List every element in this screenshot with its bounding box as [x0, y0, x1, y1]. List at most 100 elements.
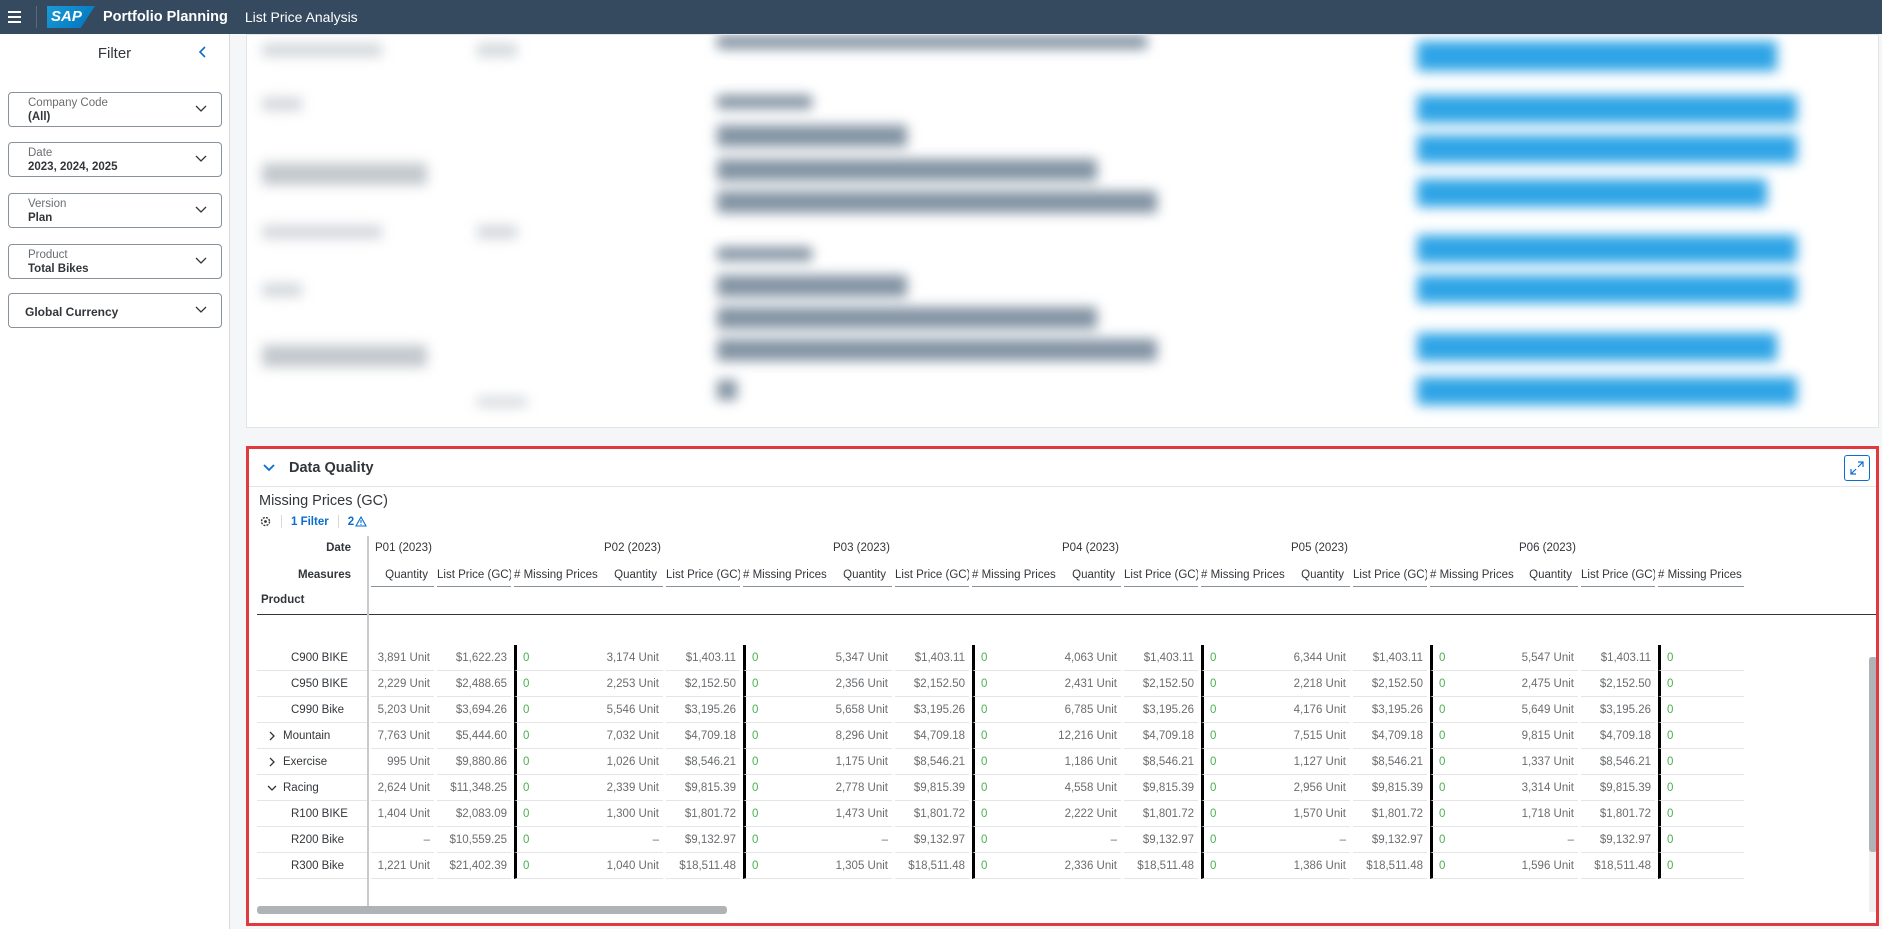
currency-filter[interactable]: Global Currency — [8, 293, 222, 328]
missing-prices-value: 0 — [1439, 652, 1446, 664]
company-code-filter[interactable]: Company Code (All) — [8, 92, 222, 127]
chevron-right-icon[interactable] — [267, 731, 277, 741]
measure-header[interactable]: # Missing Prices — [743, 563, 829, 587]
measure-header[interactable]: Quantity — [1515, 563, 1578, 587]
missing-prices-cell: 0 — [1658, 645, 1744, 671]
list-price-cell: $1,403.11 — [895, 645, 969, 671]
filter-link[interactable]: 1 Filter — [291, 516, 329, 528]
period-header[interactable]: P03 (2023) — [833, 536, 890, 560]
quantity-cell: 7,763 Unit — [371, 723, 434, 749]
missing-prices-cell: 0 — [1201, 671, 1287, 697]
list-price-cell: $5,444.60 — [437, 723, 511, 749]
expand-icon[interactable] — [1844, 455, 1870, 481]
measure-header[interactable]: Quantity — [1287, 563, 1350, 587]
period-header[interactable]: P05 (2023) — [1291, 536, 1348, 560]
date-filter[interactable]: Date 2023, 2024, 2025 — [8, 142, 222, 177]
app-title[interactable]: Portfolio Planning — [103, 9, 228, 25]
missing-prices-cell: 0 — [1658, 697, 1744, 723]
missing-prices-value: 0 — [1210, 730, 1217, 742]
blurred-chart — [247, 35, 1878, 427]
main-content: Data Quality Missing Prices (GC) 1 Filte… — [231, 34, 1882, 929]
settings-icon[interactable] — [259, 515, 272, 528]
missing-prices-cell: 0 — [514, 671, 600, 697]
measure-header[interactable]: Quantity — [371, 563, 434, 587]
measure-header[interactable]: # Missing Prices — [972, 563, 1058, 587]
quantity-cell: 5,658 Unit — [829, 697, 892, 723]
missing-prices-cell: 0 — [1201, 723, 1287, 749]
missing-prices-value: 0 — [981, 678, 988, 690]
vertical-scrollbar[interactable] — [1869, 657, 1876, 912]
missing-prices-value: 0 — [1439, 730, 1446, 742]
list-price-cell: $1,801.72 — [1581, 801, 1655, 827]
missing-prices-cell: 0 — [972, 749, 1058, 775]
list-price-cell: $9,132.97 — [666, 827, 740, 853]
measure-header[interactable]: List Price (GC) — [437, 563, 511, 587]
filter-label: Date — [28, 147, 53, 159]
measure-header[interactable]: Quantity — [600, 563, 663, 587]
list-price-cell: $8,546.21 — [666, 749, 740, 775]
missing-prices-value: 0 — [1667, 704, 1674, 716]
quantity-cell: 4,176 Unit — [1287, 697, 1350, 723]
measure-header[interactable]: List Price (GC) — [1581, 563, 1655, 587]
period-header[interactable]: P04 (2023) — [1062, 536, 1119, 560]
chevron-right-icon[interactable] — [267, 757, 277, 767]
measure-header[interactable]: List Price (GC) — [666, 563, 740, 587]
measure-header[interactable]: Quantity — [829, 563, 892, 587]
missing-prices-cell: 0 — [743, 697, 829, 723]
chevron-down-icon[interactable] — [251, 449, 287, 487]
measure-header[interactable]: List Price (GC) — [1353, 563, 1427, 587]
quantity-cell: 2,229 Unit — [371, 671, 434, 697]
quantity-cell: 2,956 Unit — [1287, 775, 1350, 801]
product-row-header: R200 Bike — [257, 827, 367, 853]
missing-prices-value: 0 — [1210, 756, 1217, 768]
blurred-chart-card — [246, 34, 1879, 428]
missing-prices-cell: 0 — [514, 801, 600, 827]
filter-header: Filter — [0, 34, 229, 72]
measure-header[interactable]: Quantity — [1058, 563, 1121, 587]
list-price-cell: $2,152.50 — [666, 671, 740, 697]
period-header[interactable]: P02 (2023) — [604, 536, 661, 560]
measure-header[interactable]: # Missing Prices — [1201, 563, 1287, 587]
missing-prices-value: 0 — [1210, 652, 1217, 664]
missing-prices-value: 0 — [523, 782, 530, 794]
chevron-down-icon — [195, 206, 207, 213]
list-price-cell: $10,559.25 — [437, 827, 511, 853]
menu-icon[interactable] — [0, 0, 28, 34]
quantity-cell: 5,347 Unit — [829, 645, 892, 671]
version-filter[interactable]: Version Plan — [8, 193, 222, 228]
chevron-down-icon[interactable] — [267, 783, 277, 793]
period-header[interactable]: P06 (2023) — [1519, 536, 1576, 560]
product-row-header[interactable]: Exercise — [257, 749, 367, 775]
warning-indicator[interactable]: 2 — [348, 516, 368, 528]
list-price-cell: $3,195.26 — [895, 697, 969, 723]
missing-prices-value: 0 — [523, 652, 530, 664]
product-row-header: C900 BIKE — [257, 645, 367, 671]
list-price-cell: $8,546.21 — [1581, 749, 1655, 775]
measure-header[interactable]: List Price (GC) — [895, 563, 969, 587]
missing-prices-value: 0 — [1439, 756, 1446, 768]
quantity-cell: 1,386 Unit — [1287, 853, 1350, 879]
product-row-header[interactable]: Mountain — [257, 723, 367, 749]
chevron-left-icon[interactable] — [193, 42, 213, 62]
measure-header[interactable]: # Missing Prices — [1430, 563, 1516, 587]
measure-header[interactable]: # Missing Prices — [514, 563, 600, 587]
product-row-header[interactable]: Racing — [257, 775, 367, 801]
measure-header[interactable]: # Missing Prices — [1658, 563, 1744, 587]
missing-prices-value: 0 — [752, 782, 759, 794]
horizontal-scrollbar[interactable] — [257, 906, 727, 914]
quantity-cell: 5,547 Unit — [1515, 645, 1578, 671]
measure-header[interactable]: List Price (GC) — [1124, 563, 1198, 587]
filter-title: Filter — [97, 44, 132, 62]
quantity-cell: 2,253 Unit — [600, 671, 663, 697]
product-filter[interactable]: Product Total Bikes — [8, 244, 222, 279]
quantity-cell: 12,216 Unit — [1058, 723, 1121, 749]
list-price-cell: $3,195.26 — [1353, 697, 1427, 723]
missing-prices-value: 0 — [1439, 808, 1446, 820]
scrollbar-thumb[interactable] — [1869, 657, 1876, 852]
missing-prices-value: 0 — [752, 860, 759, 872]
list-price-cell: $8,546.21 — [1353, 749, 1427, 775]
list-price-cell: $2,152.50 — [1353, 671, 1427, 697]
period-header[interactable]: P01 (2023) — [375, 536, 432, 560]
list-price-cell: $9,132.97 — [1353, 827, 1427, 853]
list-price-cell: $3,195.26 — [666, 697, 740, 723]
